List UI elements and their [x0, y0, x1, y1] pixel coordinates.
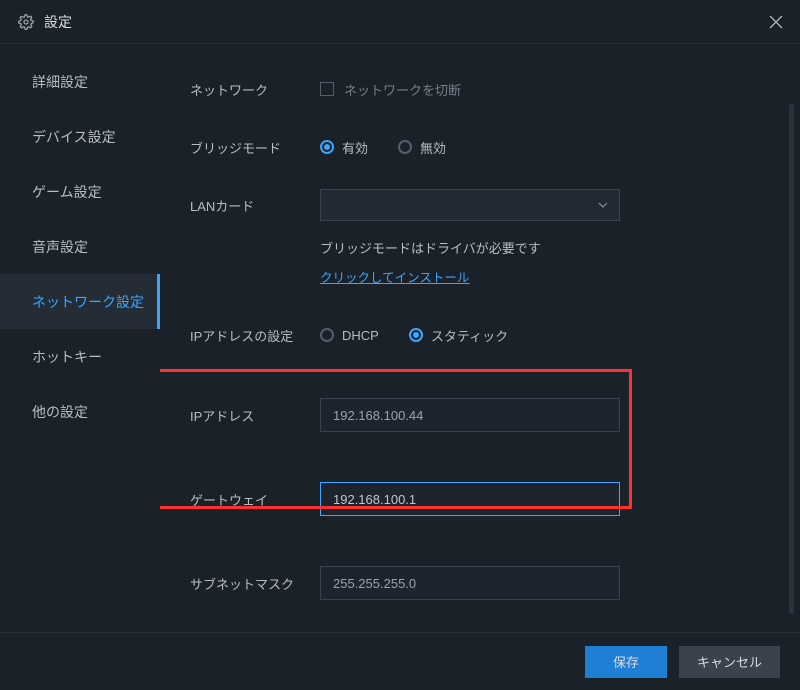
subnet-label: サブネットマスク [190, 574, 320, 593]
radio-dot-icon [409, 328, 423, 342]
gateway-input[interactable] [320, 482, 620, 516]
ipconfig-label: IPアドレスの設定 [190, 326, 320, 345]
save-button[interactable]: 保存 [585, 646, 667, 678]
bridge-disabled-radio[interactable]: 無効 [398, 138, 446, 157]
disconnect-checkbox[interactable] [320, 82, 334, 96]
install-link[interactable]: クリックしてインストール [320, 267, 469, 286]
sidebar-item-game[interactable]: ゲーム設定 [0, 164, 160, 219]
radio-dot-icon [320, 328, 334, 342]
sidebar-item-network[interactable]: ネットワーク設定 [0, 274, 160, 329]
sidebar-item-audio[interactable]: 音声設定 [0, 219, 160, 274]
ip-address-input[interactable] [320, 398, 620, 432]
scrollbar[interactable] [789, 104, 794, 614]
close-icon [769, 15, 783, 29]
sidebar-item-device[interactable]: デバイス設定 [0, 109, 160, 164]
ip-label: IPアドレス [190, 406, 320, 425]
window-title: 設定 [44, 12, 72, 32]
sidebar: 詳細設定 デバイス設定 ゲーム設定 音声設定 ネットワーク設定 ホットキー 他の… [0, 44, 160, 632]
sidebar-item-other[interactable]: 他の設定 [0, 384, 160, 439]
ipconfig-dhcp-radio[interactable]: DHCP [320, 326, 379, 345]
driver-note: ブリッジモードはドライバが必要です [320, 238, 770, 257]
radio-dot-icon [398, 140, 412, 154]
radio-dot-icon [320, 140, 334, 154]
network-label: ネットワーク [190, 80, 320, 99]
sidebar-item-advanced[interactable]: 詳細設定 [0, 54, 160, 109]
cancel-button[interactable]: キャンセル [679, 646, 780, 678]
titlebar: 設定 [0, 0, 800, 44]
main-panel: ネットワーク ネットワークを切断 ブリッジモード 有効 無効 LANカード [160, 44, 800, 632]
chevron-down-icon [597, 199, 609, 211]
lan-label: LANカード [190, 196, 320, 215]
bridge-label: ブリッジモード [190, 138, 320, 157]
footer: 保存 キャンセル [0, 632, 800, 690]
gateway-label: ゲートウェイ [190, 490, 320, 509]
bridge-enabled-radio[interactable]: 有効 [320, 138, 368, 157]
disconnect-label: ネットワークを切断 [344, 80, 461, 99]
close-button[interactable] [764, 10, 788, 34]
gear-icon [18, 14, 34, 30]
sidebar-item-hotkey[interactable]: ホットキー [0, 329, 160, 384]
lan-card-select[interactable] [320, 189, 620, 221]
subnet-input[interactable] [320, 566, 620, 600]
ipconfig-static-radio[interactable]: スタティック [409, 326, 508, 345]
